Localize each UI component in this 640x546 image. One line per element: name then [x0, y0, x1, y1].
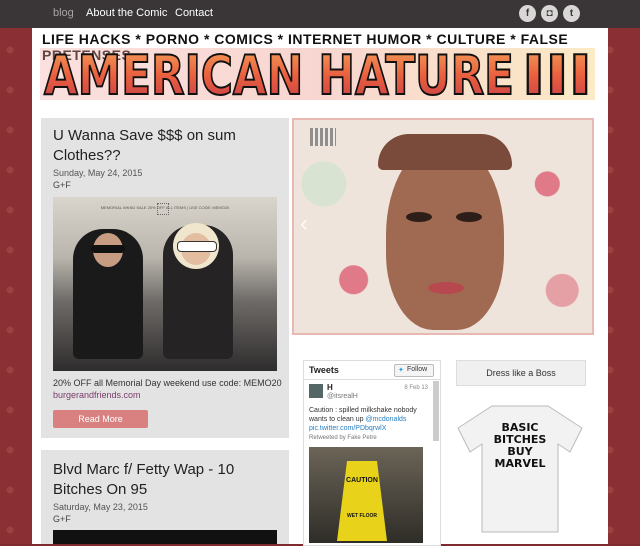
- twitter-widget-header: Tweets ✦ Follow: [304, 361, 440, 380]
- sunglasses-icon: [91, 245, 125, 253]
- follow-label: Follow: [407, 366, 428, 373]
- retweet-note: Retweeted by Fake Petre: [309, 435, 377, 441]
- instagram-icon[interactable]: ◘: [541, 5, 558, 22]
- twitter-bird-icon: ✦: [398, 367, 404, 374]
- facebook-icon[interactable]: f: [519, 5, 536, 22]
- wet-floor-sign-icon: [337, 461, 387, 541]
- blog-post: Blvd Marc f/ Fetty Wap - 10 Bitches On 9…: [41, 450, 289, 544]
- portrait-hair: [378, 134, 512, 170]
- logo-suffix: III: [522, 48, 592, 100]
- portrait-eye-right: [456, 212, 482, 222]
- tweet-text-line1: Caution : spilled milkshake nobody: [309, 407, 417, 414]
- tweet-date[interactable]: 8 Feb 13: [404, 385, 428, 391]
- portrait-lips: [428, 282, 464, 294]
- post-title-line1[interactable]: U Wanna Save $$$ on sum: [53, 126, 236, 145]
- white-sunglasses-icon: [177, 241, 217, 252]
- shirt-print: BASIC BITCHES BUY MARVEL: [486, 422, 554, 470]
- shirt-line: MARVEL: [494, 457, 546, 470]
- nav-contact[interactable]: Contact: [175, 7, 213, 19]
- read-more-button[interactable]: Read More: [53, 410, 148, 428]
- sign-wet-floor: WET FLOOR: [347, 513, 377, 519]
- scrollbar[interactable]: [433, 381, 439, 441]
- slider-prev-icon[interactable]: ‹: [300, 210, 308, 238]
- featured-slider[interactable]: ‹: [292, 118, 594, 335]
- logo-text: AMERICAN HATURE: [44, 48, 514, 100]
- tweet-handle[interactable]: @itsrealH: [327, 393, 358, 400]
- share-buttons[interactable]: G+F: [53, 514, 71, 524]
- top-nav-bar: blog About the Comic Contact f ◘ t: [0, 0, 640, 28]
- post-excerpt: 20% OFF all Memorial Day weekend use cod…: [53, 378, 282, 388]
- avatar[interactable]: [309, 384, 323, 398]
- sidebar-widget-title: Dress like a Boss: [456, 360, 586, 386]
- post-title-line1[interactable]: Blvd Marc f/ Fetty Wap - 10: [53, 460, 234, 479]
- tweet-image[interactable]: CAUTION WET FLOOR: [309, 447, 423, 543]
- slider-caption-icon: [310, 128, 336, 146]
- twitter-icon[interactable]: t: [563, 5, 580, 22]
- follow-button[interactable]: ✦ Follow: [394, 364, 434, 377]
- blog-post: U Wanna Save $$$ on sum Clothes?? Sunday…: [41, 118, 289, 438]
- site-header: LIFE HACKS * PORNO * COMICS * INTERNET H…: [32, 28, 608, 106]
- sign-caution: CAUTION: [346, 477, 378, 484]
- post-title-line2[interactable]: Bitches On 95: [53, 480, 147, 499]
- tweet-link[interactable]: pic.twitter.com/PDbqrwlX: [309, 425, 386, 432]
- post-date: Sunday, May 24, 2015: [53, 168, 143, 178]
- post-title-line2[interactable]: Clothes??: [53, 146, 121, 165]
- post-link[interactable]: burgerandfriends.com: [53, 390, 141, 400]
- nav-about-the-comic[interactable]: About the Comic: [86, 7, 167, 19]
- page-content: U Wanna Save $$$ on sum Clothes?? Sunday…: [32, 106, 608, 546]
- post-image[interactable]: [53, 530, 277, 544]
- post-date: Saturday, May 23, 2015: [53, 502, 148, 512]
- tweet-author[interactable]: H: [327, 383, 333, 392]
- shirt-product-image[interactable]: BASIC BITCHES BUY MARVEL: [452, 400, 588, 534]
- nav-blog[interactable]: blog: [53, 7, 74, 19]
- tweet-mention[interactable]: @mcdonalds: [365, 416, 406, 423]
- twitter-widget: Tweets ✦ Follow H @itsrealH 8 Feb 13 Cau…: [303, 360, 441, 546]
- tweet-text-part: wants to clean up: [309, 416, 364, 423]
- site-logo[interactable]: AMERICAN HATURE III: [40, 48, 595, 100]
- portrait-eye-left: [406, 212, 432, 222]
- share-buttons[interactable]: G+F: [53, 180, 71, 190]
- post-image[interactable]: MEMORIAL WKND SALE 20% OFF ALL ITEMS | U…: [53, 197, 277, 371]
- logo-stamp-icon: [157, 203, 169, 215]
- tweet-text-line2: wants to clean up @mcdonalds: [309, 416, 406, 423]
- tweets-title: Tweets: [309, 365, 339, 375]
